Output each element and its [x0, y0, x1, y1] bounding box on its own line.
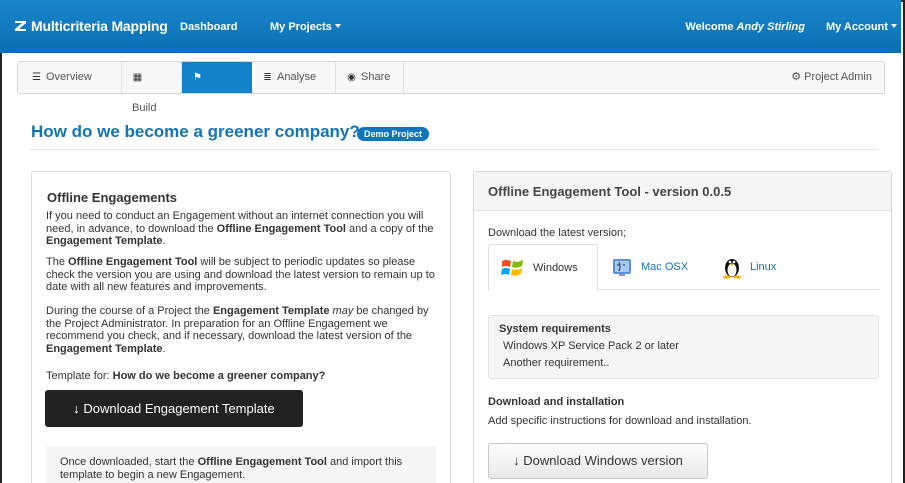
gear-icon: ⚙ — [791, 71, 802, 83]
download-latest-label: Download the latest version; — [488, 227, 627, 239]
tab-build-label: Build — [132, 102, 157, 114]
windows-icon — [501, 260, 523, 276]
brand-name: Multicriteria Mapping — [31, 18, 168, 34]
system-requirements-box: System requirements Windows XP Service P… — [488, 315, 879, 379]
mac-icon — [613, 259, 631, 277]
download-windows-button[interactable]: ↓ Download Windows version — [488, 443, 708, 479]
list-icon: ☰ — [32, 72, 41, 83]
welcome-prefix: Welcome — [685, 21, 734, 33]
nav-my-projects[interactable]: My Projects — [270, 21, 341, 33]
tab-mac-osx[interactable]: Mac OSX — [599, 244, 709, 290]
text: Offline Engagement Tool — [197, 456, 327, 468]
user-name: Andy Stirling — [736, 21, 805, 33]
tab-windows-label: Windows — [533, 262, 578, 274]
install-text: Add specific instructions for download a… — [488, 415, 752, 427]
text: may — [329, 305, 354, 317]
project-tabbar: ☰ Overview ▦ Build ⚑ Engage ≣ Analyse ◉ Share… — [17, 61, 885, 114]
install-title: Download and installation — [488, 396, 625, 408]
os-tabs: Windows Mac OSX Linux — [488, 244, 879, 291]
brand-logo-icon — [15, 21, 26, 31]
tab-share-label: Share — [361, 71, 391, 83]
system-requirement-item: Windows XP Service Pack 2 or later — [503, 340, 679, 352]
tab-linux-label: Linux — [750, 261, 777, 273]
tab-analyse-label: Analyse — [277, 71, 317, 83]
top-navbar: Multicriteria Mapping Dashboard My Proje… — [0, 0, 901, 53]
text: . — [162, 342, 166, 355]
text: Engagement Template — [46, 235, 163, 247]
download-template-label: Download Engagement Template — [83, 401, 275, 416]
tab-mac-osx-label: Mac OSX — [641, 261, 689, 273]
template-for-label: Template for: — [46, 370, 113, 382]
offline-intro-paragraph: If you need to conduct an Engagement wit… — [46, 210, 442, 248]
grid-icon: ▦ — [132, 72, 143, 83]
tab-overview[interactable]: ☰ Overview — [18, 62, 122, 93]
offline-tool-title: Offline Engagement Tool - version 0.0.5 — [488, 184, 732, 199]
flag-icon: ⚑ — [193, 72, 202, 83]
system-requirement-item: Another requirement.. — [503, 357, 610, 369]
template-for-value: How do we become a greener company? — [112, 370, 326, 382]
page-title: How do we become a greener company? — [31, 122, 360, 141]
offline-engagements-heading: Offline Engagements — [47, 190, 178, 205]
download-template-button[interactable]: ↓ Download Engagement Template — [45, 390, 303, 427]
text: and a copy of the — [346, 222, 434, 235]
nav-my-projects-label: My Projects — [270, 21, 332, 33]
text: The — [46, 256, 69, 268]
welcome-text: Welcome Andy Stirling — [685, 21, 805, 33]
offline-engagements-panel: Offline Engagements If you need to condu… — [31, 171, 451, 483]
download-icon: ↓ — [73, 401, 80, 416]
nav-my-account[interactable]: My Account — [826, 21, 897, 33]
system-requirements-title: System requirements — [499, 323, 611, 335]
download-icon: ↓ — [513, 453, 520, 468]
text: Offline Engagement Tool — [68, 256, 198, 268]
import-instructions-well: Once downloaded, start the Offline Engag… — [46, 446, 436, 483]
text: Engagement Template — [46, 342, 163, 355]
align-icon: ≣ — [263, 72, 272, 83]
demo-project-badge: Demo Project — [357, 127, 430, 141]
chevron-down-icon — [334, 24, 341, 28]
template-for-line: Template for: How do we become a greener… — [46, 370, 442, 383]
brand-link[interactable]: Multicriteria Mapping — [14, 18, 168, 34]
tab-engage-label: Engage — [192, 102, 230, 114]
globe-icon: ◉ — [347, 72, 356, 83]
tab-engage[interactable]: ⚑ Engage — [182, 62, 252, 114]
tab-build[interactable]: ▦ Build — [122, 62, 182, 114]
nav-my-account-label: My Account — [826, 21, 888, 33]
import-instructions-text: Once downloaded, start the Offline Engag… — [60, 456, 420, 482]
title-divider — [30, 149, 878, 150]
text: Once downloaded, start the — [60, 456, 198, 468]
offline-tool-panel-header: Offline Engagement Tool - version 0.0.5 — [474, 172, 891, 211]
offline-tool-panel: Offline Engagement Tool - version 0.0.5 … — [473, 171, 892, 483]
offline-template-paragraph: During the course of a Project the Engag… — [46, 305, 442, 355]
offline-updates-paragraph: The Offline Engagement Tool will be subj… — [46, 256, 442, 294]
tab-share[interactable]: ◉ Share — [336, 62, 404, 93]
tab-linux[interactable]: Linux — [710, 244, 810, 290]
project-admin-label: Project Admin — [804, 71, 872, 83]
tab-overview-label: Overview — [46, 71, 92, 83]
text: During the course of a Project the — [46, 305, 213, 317]
chevron-down-icon — [890, 24, 897, 28]
project-admin-link[interactable]: ⚙ Project Admin — [791, 62, 872, 93]
text: . — [162, 235, 166, 247]
tab-analyse[interactable]: ≣ Analyse — [252, 62, 336, 93]
download-windows-label: Download Windows version — [523, 453, 683, 468]
text: Engagement Template — [212, 305, 330, 317]
nav-dashboard[interactable]: Dashboard — [180, 21, 237, 33]
linux-icon — [723, 259, 741, 279]
tab-windows[interactable]: Windows — [488, 244, 598, 291]
text: Offline Engagement Tool — [216, 222, 346, 235]
